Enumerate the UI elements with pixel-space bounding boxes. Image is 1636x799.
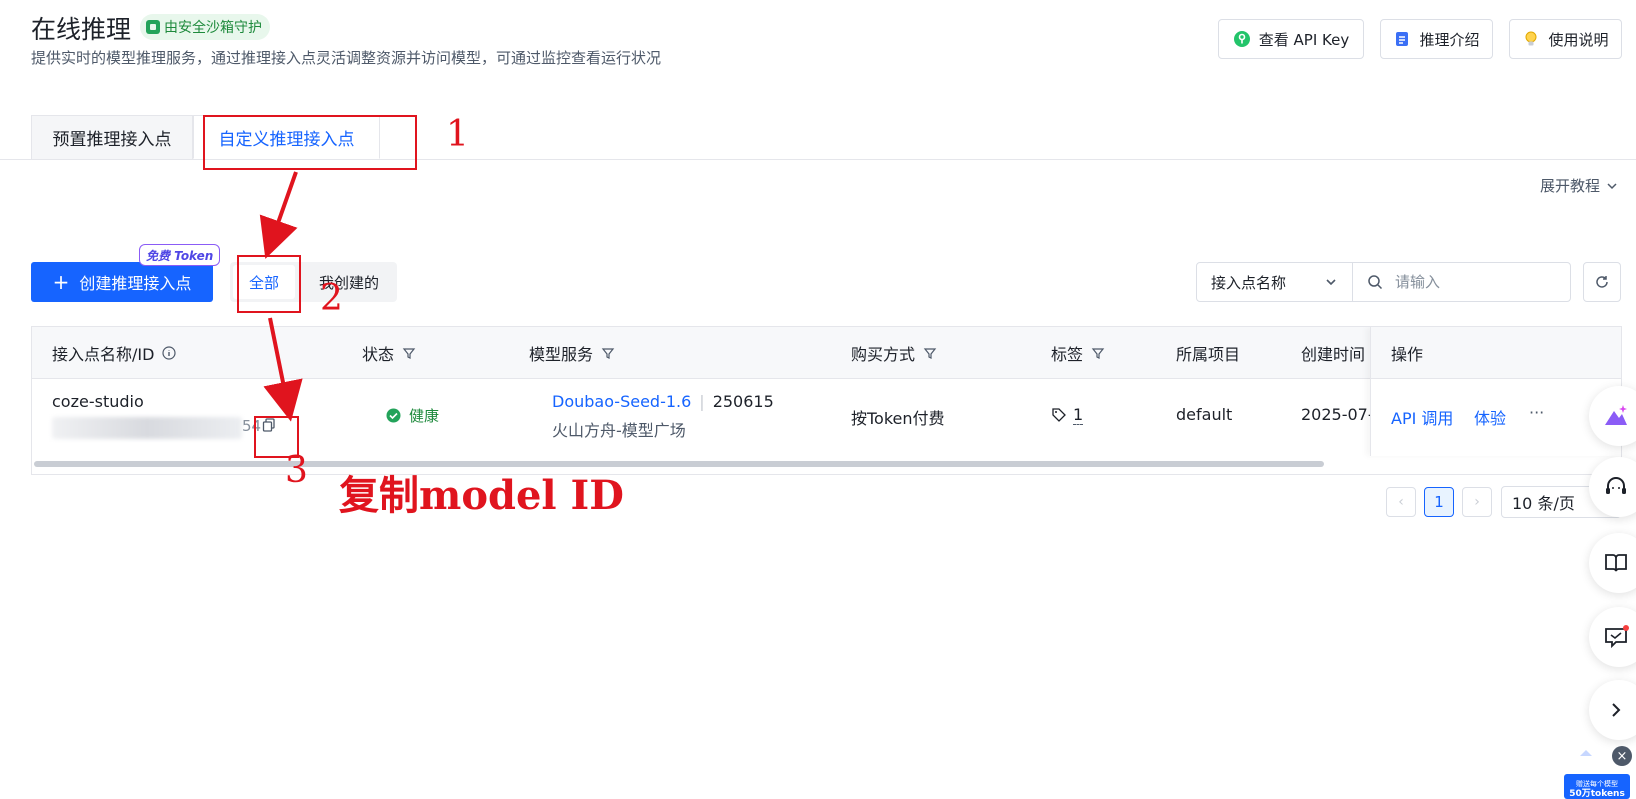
arrow-step-2-to-3 bbox=[263, 317, 303, 422]
annotation-arrows bbox=[259, 171, 303, 422]
arrow-step-1-to-2 bbox=[259, 171, 298, 259]
